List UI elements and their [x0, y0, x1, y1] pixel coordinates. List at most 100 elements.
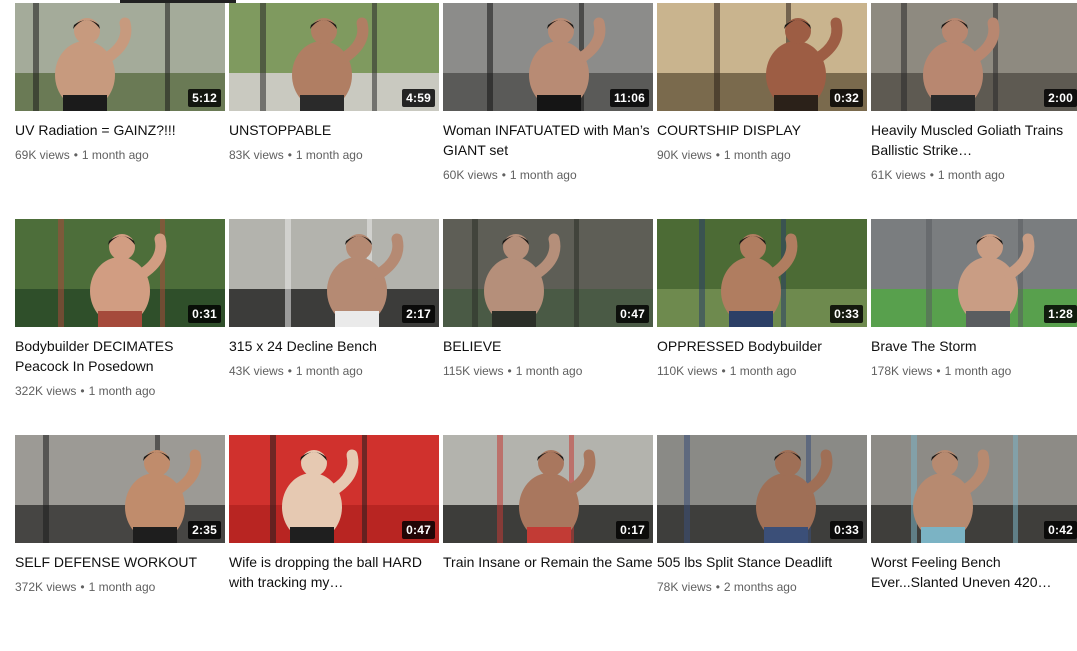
duration-badge: 1:28 [1044, 305, 1077, 323]
separator-dot: • [936, 364, 941, 378]
duration-badge: 2:35 [188, 521, 221, 539]
view-count: 322K views [15, 384, 77, 398]
view-count: 61K views [871, 168, 926, 182]
video-title[interactable]: Woman INFATUATED with Man’s GIANT set [443, 120, 653, 160]
video-card[interactable]: 0:17 Train Insane or Remain the Same [443, 435, 653, 651]
video-card[interactable]: 0:33 505 lbs Split Stance Deadlift 78K vie… [657, 435, 867, 651]
duration-badge: 5:12 [188, 89, 221, 107]
upload-age: 1 month ago [515, 364, 583, 378]
video-thumbnail[interactable]: 2:17 [229, 219, 439, 327]
upload-age: 1 month ago [723, 148, 791, 162]
video-title[interactable]: Heavily Muscled Goliath Trains Ballistic… [871, 120, 1077, 160]
upload-age: 1 month ago [944, 364, 1012, 378]
video-title[interactable]: 505 lbs Split Stance Deadlift [657, 552, 867, 572]
upload-age: 1 month ago [88, 580, 156, 594]
duration-badge: 0:47 [402, 521, 435, 539]
video-metadata: 115K views • 1 month ago [443, 362, 653, 380]
separator-dot: • [80, 384, 85, 398]
video-metadata: 110K views • 1 month ago [657, 362, 867, 380]
separator-dot: • [501, 168, 506, 182]
video-thumbnail[interactable]: 0:47 [443, 219, 653, 327]
video-metadata: 78K views • 2 months ago [657, 578, 867, 596]
video-card[interactable]: 4:59 UNSTOPPABLE 83K views • 1 month ago [229, 3, 439, 219]
video-card[interactable]: 0:47 Wife is dropping the ball HARD with … [229, 435, 439, 651]
video-title[interactable]: Bodybuilder DECIMATES Peacock In Posedow… [15, 336, 225, 376]
duration-badge: 0:31 [188, 305, 221, 323]
duration-badge: 0:47 [616, 305, 649, 323]
video-title[interactable]: COURTSHIP DISPLAY [657, 120, 867, 140]
video-title[interactable]: OPPRESSED Bodybuilder [657, 336, 867, 356]
upload-age: 1 month ago [937, 168, 1005, 182]
video-metadata: 43K views • 1 month ago [229, 362, 439, 380]
view-count: 78K views [657, 580, 712, 594]
video-thumbnail[interactable]: 0:42 [871, 435, 1077, 543]
separator-dot: • [715, 148, 720, 162]
video-thumbnail[interactable]: 11:06 [443, 3, 653, 111]
video-title[interactable]: SELF DEFENSE WORKOUT [15, 552, 225, 572]
separator-dot: • [80, 580, 85, 594]
video-metadata: 69K views • 1 month ago [15, 146, 225, 164]
video-thumbnail[interactable]: 0:47 [229, 435, 439, 543]
video-card[interactable]: 1:28 Brave The Storm 178K views • 1 month ag… [871, 219, 1077, 435]
upload-age: 1 month ago [295, 364, 363, 378]
view-count: 60K views [443, 168, 498, 182]
view-count: 90K views [657, 148, 712, 162]
upload-age: 1 month ago [729, 364, 797, 378]
video-card[interactable]: 5:12 UV Radiation = GAINZ?!!! 69K views • 1 … [15, 3, 225, 219]
view-count: 115K views [443, 364, 504, 378]
separator-dot: • [287, 364, 292, 378]
view-count: 43K views [229, 364, 284, 378]
separator-dot: • [507, 364, 512, 378]
video-metadata: 178K views • 1 month ago [871, 362, 1077, 380]
separator-dot: • [287, 148, 292, 162]
separator-dot: • [721, 364, 726, 378]
separator-dot: • [929, 168, 934, 182]
upload-age: 1 month ago [295, 148, 363, 162]
upload-age: 2 months ago [723, 580, 797, 594]
video-title[interactable]: UNSTOPPABLE [229, 120, 439, 140]
video-thumbnail[interactable]: 5:12 [15, 3, 225, 111]
video-title[interactable]: UV Radiation = GAINZ?!!! [15, 120, 225, 140]
video-card[interactable]: 0:31 Bodybuilder DECIMATES Peacock In Pos… [15, 219, 225, 435]
video-metadata: 372K views • 1 month ago [15, 578, 225, 596]
video-card[interactable]: 0:32 COURTSHIP DISPLAY 90K views • 1 month a… [657, 3, 867, 219]
video-thumbnail[interactable]: 0:33 [657, 219, 867, 327]
video-thumbnail[interactable]: 0:17 [443, 435, 653, 543]
video-title[interactable]: 315 x 24 Decline Bench [229, 336, 439, 356]
video-metadata: 60K views • 1 month ago [443, 166, 653, 184]
upload-age: 1 month ago [509, 168, 577, 182]
video-card[interactable]: 0:33 OPPRESSED Bodybuilder 110K views • 1 mo… [657, 219, 867, 435]
video-title[interactable]: Train Insane or Remain the Same [443, 552, 653, 572]
view-count: 69K views [15, 148, 70, 162]
video-card[interactable]: 2:17 315 x 24 Decline Bench 43K views • 1 mo… [229, 219, 439, 435]
view-count: 110K views [657, 364, 718, 378]
video-thumbnail[interactable]: 0:33 [657, 435, 867, 543]
video-thumbnail[interactable]: 0:32 [657, 3, 867, 111]
duration-badge: 0:42 [1044, 521, 1077, 539]
upload-age: 1 month ago [81, 148, 149, 162]
video-metadata: 90K views • 1 month ago [657, 146, 867, 164]
upload-age: 1 month ago [88, 384, 156, 398]
video-thumbnail[interactable]: 2:00 [871, 3, 1077, 111]
duration-badge: 0:32 [830, 89, 863, 107]
video-card[interactable]: 11:06 Woman INFATUATED with Man’s GIANT s… [443, 3, 653, 219]
video-title[interactable]: Worst Feeling Bench Ever...Slanted Uneve… [871, 552, 1077, 592]
duration-badge: 2:17 [402, 305, 435, 323]
video-thumbnail[interactable]: 2:35 [15, 435, 225, 543]
video-card[interactable]: 2:00 Heavily Muscled Goliath Trains Balli… [871, 3, 1077, 219]
video-title[interactable]: Wife is dropping the ball HARD with trac… [229, 552, 439, 592]
video-thumbnail[interactable]: 0:31 [15, 219, 225, 327]
video-thumbnail[interactable]: 1:28 [871, 219, 1077, 327]
video-metadata: 61K views • 1 month ago [871, 166, 1077, 184]
video-card[interactable]: 2:35 SELF DEFENSE WORKOUT 372K views • 1 mon… [15, 435, 225, 651]
video-thumbnail[interactable]: 4:59 [229, 3, 439, 111]
duration-badge: 4:59 [402, 89, 435, 107]
duration-badge: 0:33 [830, 521, 863, 539]
video-title[interactable]: Brave The Storm [871, 336, 1077, 356]
video-title[interactable]: BELIEVE [443, 336, 653, 356]
view-count: 178K views [871, 364, 933, 378]
video-card[interactable]: 0:42 Worst Feeling Bench Ever...Slanted U… [871, 435, 1077, 651]
video-card[interactable]: 0:47 BELIEVE 115K views • 1 month ago [443, 219, 653, 435]
video-metadata: 322K views • 1 month ago [15, 382, 225, 400]
view-count: 372K views [15, 580, 77, 594]
